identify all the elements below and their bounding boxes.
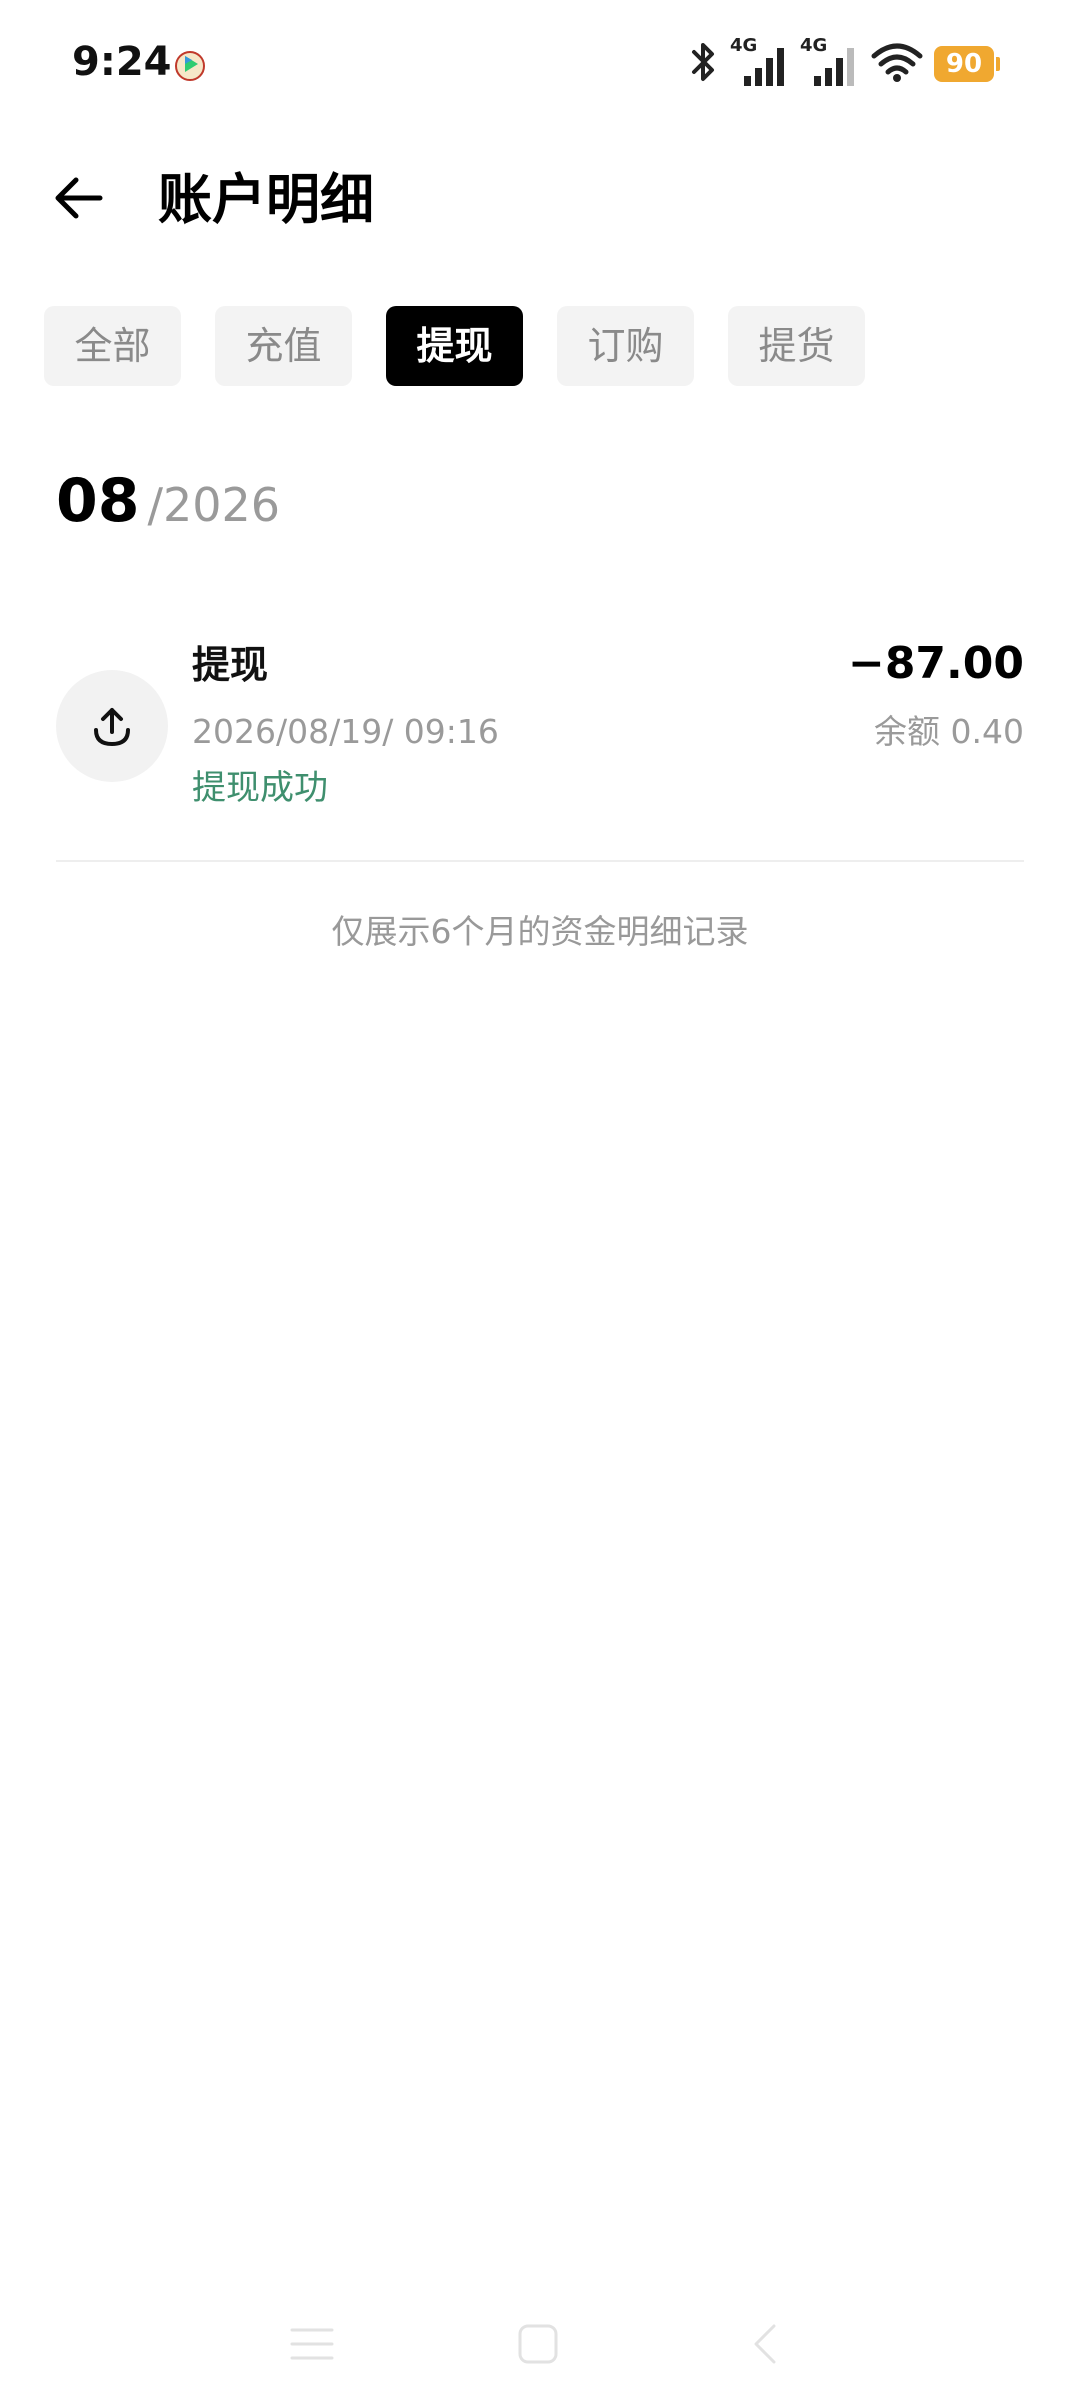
transaction-balance: 余额 0.40	[874, 712, 1024, 751]
home-icon	[518, 2324, 558, 2364]
app-notification-icon	[170, 44, 210, 84]
battery-icon: 90	[934, 46, 1000, 82]
tab-withdraw[interactable]: 提现	[386, 306, 523, 386]
status-time: 9:24	[72, 39, 172, 85]
page-title: 账户明细	[158, 168, 374, 231]
tab-order[interactable]: 订购	[557, 306, 694, 386]
battery-level: 90	[934, 46, 994, 82]
wifi-icon	[870, 40, 924, 88]
header: 账户明细	[0, 140, 1080, 260]
month-number: 08	[56, 466, 140, 536]
transaction-time: 2026/08/19/ 09:16	[192, 712, 499, 751]
filter-tabs: 全部 充值 提现 订购 提货	[44, 306, 865, 386]
transaction-amount: −87.00	[847, 638, 1024, 689]
month-year: /2026	[147, 478, 281, 532]
tab-recharge[interactable]: 充值	[215, 306, 352, 386]
transaction-title: 提现	[192, 643, 269, 687]
transaction-status: 提现成功	[192, 768, 328, 808]
home-nav-button[interactable]	[508, 2316, 568, 2372]
arrow-left-icon	[55, 177, 103, 219]
battery-cap	[996, 57, 1000, 71]
status-icons: 4G 4G 90	[686, 36, 1000, 92]
month-header: 08 /2026	[56, 466, 280, 536]
upload-icon	[56, 670, 168, 782]
back-button[interactable]	[44, 162, 116, 234]
menu-icon	[290, 2328, 334, 2360]
back-nav-button[interactable]	[734, 2316, 794, 2372]
status-bar: 9:24 4G 4G 90	[0, 0, 1080, 120]
divider	[56, 860, 1024, 862]
tab-all[interactable]: 全部	[44, 306, 181, 386]
cellular-signal-1-icon: 4G	[730, 36, 790, 90]
footer-note: 仅展示6个月的资金明细记录	[331, 912, 749, 951]
chevron-left-icon	[754, 2324, 776, 2364]
cellular-signal-2-icon: 4G	[800, 36, 860, 90]
bluetooth-icon	[686, 40, 720, 88]
menu-nav-button[interactable]	[282, 2316, 342, 2372]
tab-pickup[interactable]: 提货	[728, 306, 865, 386]
list-item[interactable]: 提现 2026/08/19/ 09:16 提现成功 −87.00 余额 0.40	[56, 630, 1024, 860]
system-nav-bar	[0, 2300, 1080, 2380]
